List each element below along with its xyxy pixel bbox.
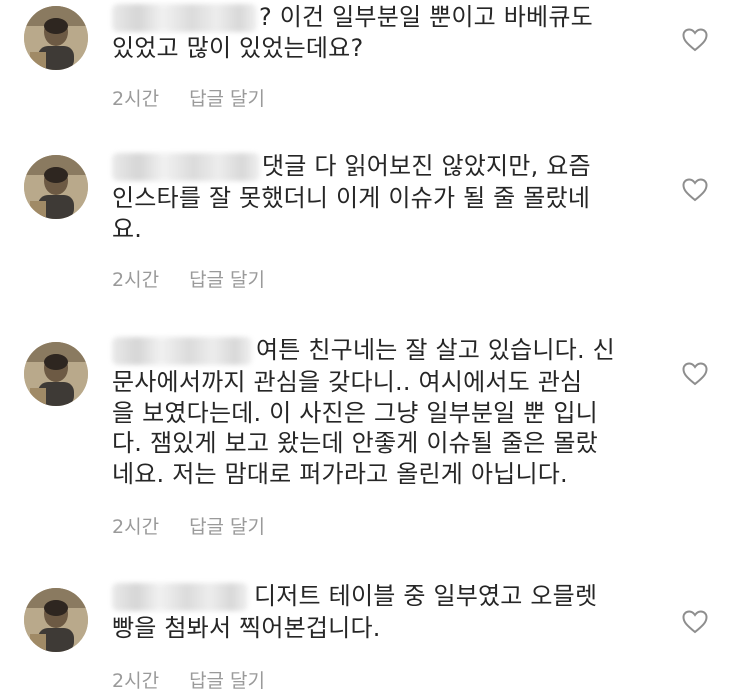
comment-line: 인스타를 잘 못했더니 이게 이슈가 될 줄 몰랐네 (112, 184, 591, 212)
comment-text: 디저트 테이블 중 일부였고 오믈렛 (254, 581, 654, 612)
reply-button[interactable]: 답글 달기 (189, 516, 265, 538)
comment-line: 있었고 많이 있었는데요? (112, 33, 364, 62)
comment-text: 인스타를 잘 못했더니 이게 이슈가 될 줄 몰랐네 요. (112, 183, 652, 244)
comment-text: 여튼 친구네는 잘 살고 있습니다. 신 (256, 335, 656, 366)
comment-line: 디저트 테이블 중 일부였고 오믈렛 (254, 582, 598, 610)
comment-text: ? 이건 일부분일 뿐이고 바베큐도 (259, 2, 659, 33)
avatar[interactable] (24, 342, 88, 406)
avatar[interactable] (24, 588, 88, 652)
redacted-username (112, 153, 260, 181)
comment-meta: 2시간 답글 달기 (112, 265, 265, 292)
avatar[interactable] (24, 155, 88, 219)
comment-text: 문사에서까지 관심을 갖다니.. 여시에서도 관심 을 보였다는데. 이 사진은… (112, 367, 652, 489)
comment-line: 요. (112, 214, 143, 243)
comment-line: 문사에서까지 관심을 갖다니.. 여시에서도 관심 (112, 368, 583, 396)
redacted-username (112, 4, 257, 32)
comment-time: 2시간 (112, 516, 160, 538)
comment-time: 2시간 (112, 269, 160, 291)
reply-button[interactable]: 답글 달기 (189, 269, 265, 291)
redacted-username (112, 337, 252, 365)
comment-line: 빵을 첨봐서 찍어본겁니다. (112, 614, 381, 642)
comment-text: 있었고 많이 있었는데요? (112, 33, 652, 64)
comment-meta: 2시간 답글 달기 (112, 84, 265, 111)
reply-button[interactable]: 답글 달기 (189, 88, 265, 110)
heart-icon[interactable] (682, 610, 708, 634)
comment-time: 2시간 (112, 88, 160, 110)
comment-line: 네요. 저는 맘대로 퍼가라고 올린게 아닙니다. (112, 459, 568, 488)
comment-line: 댓글 다 읽어보진 않았지만, 요즘 (262, 152, 591, 180)
comment-text: 빵을 첨봐서 찍어본겁니다. (112, 613, 652, 644)
comment-text: 댓글 다 읽어보진 않았지만, 요즘 (262, 151, 662, 182)
heart-icon[interactable] (682, 362, 708, 386)
heart-icon[interactable] (682, 178, 708, 202)
comment-line: 을 보였다는데. 이 사진은 그냥 일부분일 뿐 입니 (112, 398, 598, 427)
comment-line: 여튼 친구네는 잘 살고 있습니다. 신 (256, 336, 615, 364)
comment-line: 다. 잼있게 보고 왔는데 안좋게 이슈될 줄은 몰랐 (112, 429, 598, 457)
comment-line: ? 이건 일부분일 뿐이고 바베큐도 (259, 3, 593, 31)
heart-icon[interactable] (682, 28, 708, 52)
comment-meta: 2시간 답글 달기 (112, 512, 265, 539)
comment-time: 2시간 (112, 670, 160, 692)
reply-button[interactable]: 답글 달기 (189, 670, 265, 692)
redacted-username (112, 583, 248, 611)
comment-meta: 2시간 답글 달기 (112, 666, 265, 693)
avatar[interactable] (24, 6, 88, 70)
